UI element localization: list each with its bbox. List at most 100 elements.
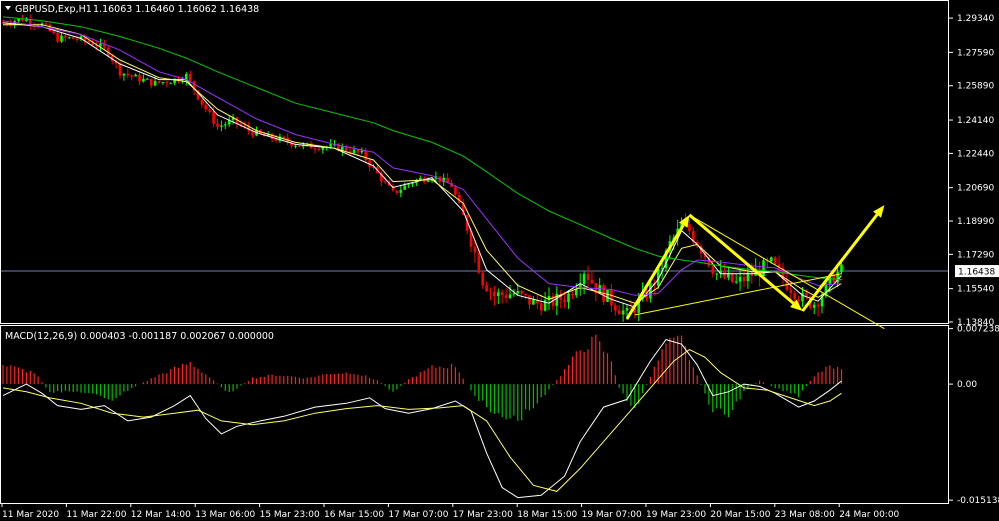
candle-body — [610, 290, 613, 306]
price-tick-label: 1.15540 — [957, 285, 994, 295]
time-tick-label: 12 Mar 14:00 — [131, 510, 191, 520]
candle-body — [812, 304, 816, 308]
candle-body — [571, 293, 574, 296]
candle-body — [567, 293, 570, 303]
candle-body — [383, 181, 387, 183]
time-tick-label: 17 Mar 23:00 — [453, 510, 513, 520]
candle-body — [649, 282, 652, 299]
candle-body — [426, 180, 430, 182]
candle-body — [165, 82, 169, 84]
chart-background — [0, 0, 999, 521]
price-tick-label: 1.18990 — [957, 217, 994, 227]
price-tick-label: 1.17290 — [957, 250, 994, 260]
candle-body — [298, 145, 301, 147]
candle-body — [243, 125, 247, 127]
candle-body — [364, 150, 367, 161]
candle-body — [138, 74, 141, 82]
time-tick-label: 19 Mar 23:00 — [646, 510, 706, 520]
ohlc-label: 1.16063 1.16460 1.16062 1.16438 — [93, 4, 259, 15]
candle-body — [773, 257, 777, 265]
candle-body — [356, 149, 360, 153]
candle-body — [762, 260, 765, 277]
candle-body — [731, 273, 734, 282]
candle-body — [734, 281, 738, 283]
price-tick-label: 1.25890 — [957, 82, 994, 92]
candle-body — [224, 124, 227, 126]
candle-body — [60, 35, 63, 42]
candle-body — [473, 246, 477, 253]
candle-body — [625, 307, 629, 311]
candle-body — [149, 78, 153, 86]
candle-body — [204, 104, 208, 110]
candle-body — [75, 38, 79, 40]
candle-body — [590, 279, 594, 284]
candle-body — [614, 305, 617, 311]
candle-body — [481, 272, 484, 286]
candle-body — [130, 75, 133, 77]
candle-body — [188, 73, 192, 81]
candle-body — [489, 290, 492, 292]
candle-body — [360, 150, 364, 153]
price-tick-label: 1.29340 — [957, 14, 994, 24]
candle-body — [575, 288, 578, 296]
macd-label: MACD(12,26,9) 0.000403 -0.001187 0.00206… — [5, 331, 274, 342]
candle-body — [477, 252, 481, 273]
time-tick-label: 11 Mar 22:00 — [66, 510, 126, 520]
time-tick-label: 16 Mar 15:00 — [324, 510, 384, 520]
candle-body — [520, 290, 523, 294]
candle-body — [87, 40, 91, 43]
candle-body — [29, 19, 32, 25]
candle-body — [738, 276, 742, 282]
time-tick-label: 24 Mar 00:00 — [839, 510, 899, 520]
candle-body — [169, 83, 172, 85]
candle-body — [621, 310, 625, 315]
candle-body — [161, 82, 165, 84]
candle-body — [606, 290, 609, 302]
candle-body — [44, 23, 48, 25]
candle-body — [586, 273, 590, 280]
candle-body — [282, 136, 286, 138]
candle-body — [157, 81, 161, 83]
candle-body — [399, 189, 403, 193]
symbol-label: GBPUSD,Exp,H1 — [15, 4, 92, 15]
candle-body — [68, 37, 71, 39]
candle-body — [313, 148, 317, 150]
candle-body — [122, 73, 126, 76]
candle-body — [793, 293, 796, 300]
price-tick-label: 1.24140 — [957, 116, 994, 126]
time-tick-label: 20 Mar 15:00 — [710, 510, 770, 520]
candle-body — [126, 73, 130, 76]
time-tick-label: 17 Mar 07:00 — [388, 510, 448, 520]
candle-body — [134, 74, 137, 77]
candle-body — [216, 123, 219, 127]
candle-body — [200, 99, 204, 105]
candle-body — [329, 144, 332, 147]
current-price-label: 1.16438 — [958, 268, 995, 278]
candle-body — [539, 303, 543, 311]
candle-body — [153, 81, 157, 86]
candle-body — [742, 276, 746, 282]
candle-body — [71, 37, 75, 39]
candle-body — [208, 109, 211, 112]
candle-body — [617, 310, 621, 315]
time-tick-label: 18 Mar 15:00 — [517, 510, 577, 520]
candle-body — [532, 299, 535, 305]
time-tick-label: 13 Mar 06:00 — [195, 510, 255, 520]
candle-body — [504, 295, 508, 298]
candle-body — [99, 43, 102, 47]
candle-body — [493, 291, 496, 296]
candle-body — [352, 149, 356, 154]
candle-body — [528, 295, 531, 305]
candle-body — [789, 289, 793, 294]
candle-body — [715, 273, 718, 275]
candle-body — [52, 31, 55, 33]
candle-body — [321, 147, 325, 150]
candle-body — [220, 125, 223, 127]
candle-body — [294, 145, 297, 147]
trading-chart: 1.29340 1.27590 1.25890 1.24140 1.22440 1.206… — [0, 0, 999, 521]
candle-body — [816, 304, 820, 307]
price-tick-label: 1.27590 — [957, 48, 994, 58]
candle-body — [840, 264, 843, 273]
candle-body — [563, 299, 566, 303]
time-tick-label: 19 Mar 07:00 — [582, 510, 642, 520]
